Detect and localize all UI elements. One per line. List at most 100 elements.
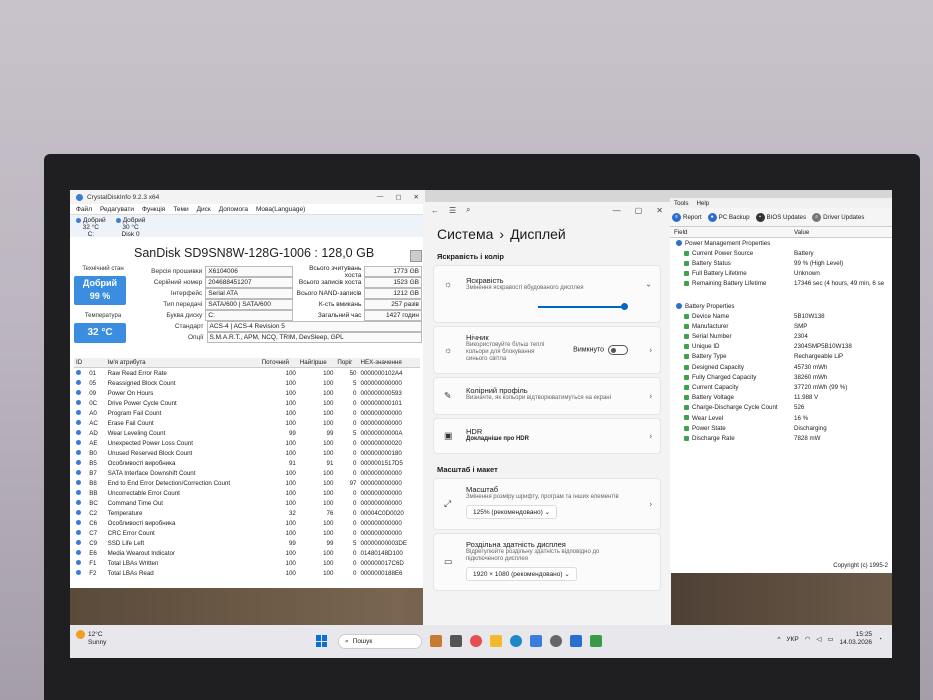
chevron-right-icon[interactable]: › bbox=[649, 500, 652, 509]
table-row[interactable]: A0 Program Fail Count 100 100 0 000000000000 bbox=[74, 408, 420, 418]
table-row[interactable]: AE Unexpected Power Loss Count 100 100 0 0000… bbox=[74, 438, 420, 448]
weather-widget[interactable]: 12°C Sunny bbox=[76, 630, 106, 647]
bios-updates-button[interactable]: ▪ BIOS Updates bbox=[755, 212, 806, 222]
list-item[interactable]: Current Capacity 37720 mWh (99 %) bbox=[670, 382, 892, 392]
notifications-icon[interactable]: ◔ bbox=[878, 636, 882, 643]
list-item[interactable]: Designed Capacity 45730 mWh bbox=[670, 362, 892, 372]
copilot-icon[interactable] bbox=[470, 635, 482, 647]
list-item[interactable]: Full Battery Lifetime Unknown bbox=[670, 269, 892, 279]
list-item[interactable]: Unique ID 2304SMP5B10W138 bbox=[670, 342, 892, 352]
table-row[interactable]: C6 Особливості виробника 100 100 0 0000000000… bbox=[74, 518, 420, 528]
menu-help[interactable]: Допомога bbox=[219, 206, 248, 213]
taskview-icon[interactable] bbox=[430, 635, 442, 647]
widgets-icon[interactable] bbox=[450, 635, 462, 647]
driver-updates-button[interactable]: ⌕ Driver Updates bbox=[812, 212, 864, 222]
table-row[interactable]: AC Erase Fail Count 100 100 0 000000000000 bbox=[74, 418, 420, 428]
aida64-taskbar-icon[interactable] bbox=[590, 635, 602, 647]
menu-edit[interactable]: Редагувати bbox=[100, 206, 134, 213]
table-row[interactable]: F2 Total LBAs Read 100 100 0 0000000188E6 bbox=[74, 568, 420, 578]
menu-help[interactable]: Help bbox=[696, 200, 709, 207]
night-light-toggle[interactable] bbox=[608, 345, 628, 355]
table-row[interactable]: B7 SATA Interface Downshift Count 100 100 0 0… bbox=[74, 468, 420, 478]
taskbar-search[interactable]: ⌕ Пошук bbox=[338, 634, 422, 649]
list-item[interactable]: Wear Level 16 % bbox=[670, 413, 892, 423]
table-row[interactable]: C7 CRC Error Count 100 100 0 000000000000 bbox=[74, 528, 420, 538]
disk-tab-0[interactable]: Добрий 30 °C Disk 0 bbox=[115, 215, 145, 238]
menu-theme[interactable]: Теми bbox=[173, 206, 188, 213]
menu-language[interactable]: Мова(Language) bbox=[256, 206, 305, 213]
table-row[interactable]: F1 Total LBAs Written 100 100 0 000000017C6D bbox=[74, 558, 420, 568]
volume-icon[interactable]: ◁ bbox=[816, 635, 821, 643]
scale-card[interactable]: ⤢ Масштаб Змінення розміру шрифту, прогр… bbox=[433, 478, 661, 530]
list-item[interactable]: Battery Type Rechargeable LiP bbox=[670, 352, 892, 362]
night-light-card[interactable]: ☼ Нічник Використовуйте більш теплі коль… bbox=[433, 326, 661, 374]
minimize-icon[interactable]: — bbox=[613, 206, 621, 215]
report-button[interactable]: ≡ Report bbox=[672, 212, 702, 222]
slider-knob[interactable] bbox=[621, 303, 629, 310]
chevron-right-icon[interactable]: › bbox=[649, 346, 652, 355]
table-row[interactable]: B8 End to End Error Detection/Correction … bbox=[74, 478, 420, 488]
list-item[interactable]: Charge-Discharge Cycle Count 526 bbox=[670, 403, 892, 413]
resolution-card[interactable]: ▭ Роздільна здатність дисплея Відрегулюй… bbox=[433, 533, 661, 591]
search-icon[interactable]: ⌕ bbox=[466, 205, 470, 215]
wifi-icon[interactable]: ◠ bbox=[805, 635, 811, 643]
next-disk-button[interactable] bbox=[410, 250, 422, 262]
close-icon[interactable]: ✕ bbox=[656, 206, 663, 215]
menu-file[interactable]: Файл bbox=[76, 206, 92, 213]
table-row[interactable]: C2 Temperature 32 76 0 00004C0D0020 bbox=[74, 508, 420, 518]
table-row[interactable]: BB Uncorrectable Error Count 100 100 0 000000… bbox=[74, 488, 420, 498]
breadcrumb-parent[interactable]: Система bbox=[437, 226, 493, 242]
hdr-card[interactable]: ▣ HDR Докладніше про HDR › bbox=[433, 418, 661, 454]
list-item[interactable]: Serial Number 2304 bbox=[670, 332, 892, 342]
list-item[interactable]: Battery Voltage 11.988 V bbox=[670, 393, 892, 403]
battery-icon[interactable]: ▭ bbox=[827, 635, 833, 643]
table-row[interactable]: C9 SSD Life Left 99 99 5 00000000003DE bbox=[74, 538, 420, 548]
hamburger-icon[interactable]: ☰ bbox=[449, 206, 456, 215]
edge-icon[interactable] bbox=[510, 635, 522, 647]
menu-tools[interactable]: Tools bbox=[674, 200, 688, 207]
chevron-up-icon[interactable]: ^ bbox=[777, 636, 780, 643]
list-item[interactable]: Battery Status 99 % (High Level) bbox=[670, 258, 892, 268]
table-row[interactable]: 01 Raw Read Error Rate 100 100 50 0000000102A… bbox=[74, 368, 420, 379]
minimize-icon[interactable]: — bbox=[377, 193, 384, 201]
menu-function[interactable]: Функція bbox=[142, 206, 165, 213]
file-explorer-icon[interactable] bbox=[490, 635, 502, 647]
table-row[interactable]: AD Wear Leveling Count 99 99 5 00000000000A bbox=[74, 428, 420, 438]
list-item[interactable]: Manufacturer SMP bbox=[670, 321, 892, 331]
table-row[interactable]: 05 Reassigned Block Count 100 100 5 000000000… bbox=[74, 378, 420, 388]
store-icon[interactable] bbox=[530, 635, 542, 647]
start-button[interactable] bbox=[316, 635, 328, 647]
color-profile-card[interactable]: ✎ Колірний профіль Визначте, як кольори … bbox=[433, 377, 661, 415]
table-row[interactable]: 09 Power On Hours 100 100 0 000000000593 bbox=[74, 388, 420, 398]
group-battery-properties[interactable]: Battery Properties bbox=[670, 301, 892, 311]
language-indicator[interactable]: УКР bbox=[786, 636, 798, 643]
back-arrow-icon[interactable]: ← bbox=[431, 206, 439, 215]
settings-gear-icon[interactable] bbox=[550, 635, 562, 647]
brightness-slider[interactable] bbox=[538, 303, 629, 310]
chevron-right-icon[interactable]: › bbox=[649, 432, 652, 441]
chevron-right-icon[interactable]: › bbox=[649, 392, 652, 401]
table-row[interactable]: E6 Media Wearout Indicator 100 100 0 01480148… bbox=[74, 548, 420, 558]
brightness-card[interactable]: ☼ Яскравість Змінення яскравості вбудова… bbox=[433, 265, 661, 323]
resolution-dropdown[interactable]: 1920 × 1080 (рекомендовано) ⌄ bbox=[466, 567, 577, 581]
list-item[interactable]: Fully Charged Capacity 38260 mWh bbox=[670, 372, 892, 382]
disk-tab-c[interactable]: Добрий 32 °C C: bbox=[76, 215, 106, 238]
health-status-box[interactable]: Добрий 99 % bbox=[74, 276, 126, 305]
table-row[interactable]: B0 Unused Reserved Block Count 100 100 0 0000… bbox=[74, 448, 420, 458]
list-item[interactable]: Current Power Source Battery bbox=[670, 248, 892, 258]
list-item[interactable]: Power State Discharging bbox=[670, 423, 892, 433]
cdi-titlebar[interactable]: CrystalDiskInfo 9.2.3 x64 — ▢ ✕ bbox=[70, 190, 425, 204]
pc-backup-button[interactable]: ● PC Backup bbox=[707, 212, 750, 222]
list-item[interactable]: Discharge Rate 7828 mW bbox=[670, 433, 892, 443]
list-item[interactable]: Remaining Battery Lifetime 17346 sec (4 h… bbox=[670, 279, 892, 289]
menu-disk[interactable]: Диск bbox=[197, 206, 211, 213]
clock[interactable]: 15:25 14.03.2026 bbox=[840, 631, 873, 647]
list-item[interactable]: Device Name 5B10W138 bbox=[670, 311, 892, 321]
chevron-down-icon[interactable]: ⌄ bbox=[645, 280, 652, 289]
close-icon[interactable]: ✕ bbox=[414, 193, 419, 201]
table-row[interactable]: BC Command Time Out 100 100 0 000000000000 bbox=[74, 498, 420, 508]
group-power-management[interactable]: Power Management Properties bbox=[670, 238, 892, 248]
maximize-icon[interactable]: ▢ bbox=[635, 206, 643, 215]
maximize-icon[interactable]: ▢ bbox=[395, 193, 401, 201]
hdr-link[interactable]: Докладніше про HDR bbox=[434, 436, 660, 443]
